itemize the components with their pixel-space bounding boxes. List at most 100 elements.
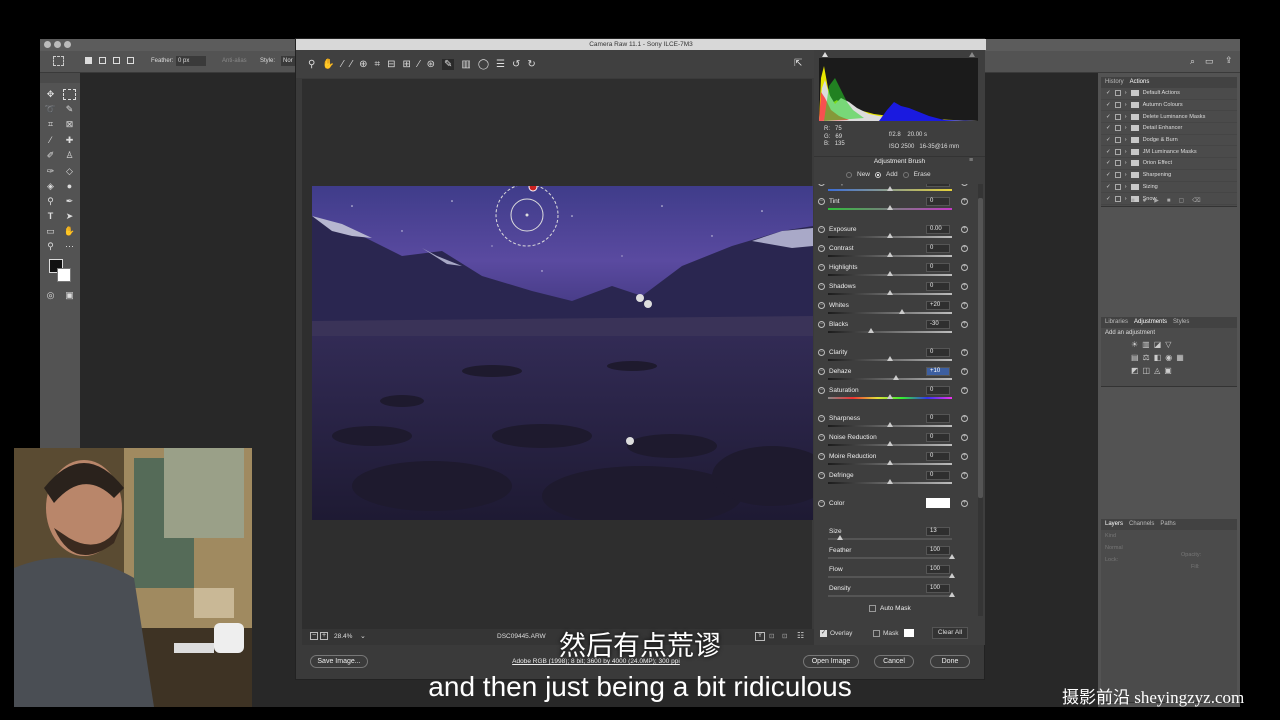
decrease-icon[interactable]: − (818, 302, 825, 309)
preferences-icon[interactable]: ☰ (496, 59, 505, 70)
increase-icon[interactable]: + (961, 349, 968, 356)
decrease-icon[interactable]: − (818, 198, 825, 205)
radial-filter-icon[interactable]: ◯ (478, 59, 489, 70)
slider-value-input[interactable]: 100 (926, 584, 950, 593)
chevron-right-icon[interactable]: › (1125, 149, 1127, 155)
slider-value-input[interactable]: 0 (926, 348, 950, 357)
marquee-tool-icon[interactable] (53, 56, 64, 66)
toggle-dialog-icon[interactable] (1114, 113, 1121, 120)
slider-track[interactable] (828, 312, 952, 314)
zoom-tool-icon[interactable]: ⚲ (308, 59, 315, 70)
straighten-tool-icon[interactable]: ⊟ (387, 59, 395, 70)
tab-layers[interactable]: Layers (1105, 519, 1123, 530)
slider-value-input[interactable]: 0 (926, 414, 950, 423)
toggle-dialog-icon[interactable] (1114, 148, 1121, 155)
decrease-icon[interactable]: − (818, 434, 825, 441)
slider-thumb[interactable] (887, 394, 893, 399)
slider-thumb[interactable] (899, 309, 906, 314)
slider-thumb[interactable] (949, 573, 955, 578)
increase-icon[interactable]: + (961, 226, 968, 233)
slider-value-input[interactable]: 0 (926, 386, 950, 395)
action-item[interactable]: ✓ › Orion Effect (1101, 158, 1237, 170)
slider-value-input[interactable]: 0 (926, 471, 950, 480)
mode-add-radio[interactable] (875, 171, 882, 178)
highlight-clipping-icon[interactable] (969, 52, 975, 57)
hand-tool-icon[interactable]: ✋ (63, 226, 76, 237)
eraser-tool-icon[interactable]: ◇ (63, 166, 76, 177)
chevron-right-icon[interactable]: › (1125, 137, 1127, 143)
decrease-icon[interactable]: − (818, 368, 825, 375)
screen-mode-icon[interactable]: ▣ (63, 290, 76, 301)
eyedropper-tool-icon[interactable]: ⁄ (44, 135, 57, 146)
toggle-dialog-icon[interactable] (1114, 137, 1121, 144)
marquee-tool-icon[interactable] (63, 89, 76, 100)
slider-track[interactable] (828, 576, 952, 578)
increase-icon[interactable]: + (961, 184, 968, 186)
background-color-swatch[interactable] (57, 268, 71, 282)
slider-thumb[interactable] (887, 271, 893, 276)
fullscreen-icon[interactable]: ⇱ (794, 58, 802, 69)
check-icon[interactable]: ✓ (1106, 172, 1111, 178)
check-icon[interactable]: ✓ (1106, 160, 1111, 166)
check-icon[interactable]: ✓ (1106, 90, 1111, 96)
color-swatch[interactable] (926, 498, 950, 508)
check-icon[interactable]: ✓ (1106, 196, 1111, 202)
slider-thumb[interactable] (887, 290, 893, 295)
hand-tool-icon[interactable]: ✋ (322, 59, 334, 70)
slider-thumb[interactable] (949, 592, 955, 597)
action-item[interactable]: ✓ › JM Luminance Masks (1101, 146, 1237, 159)
chevron-right-icon[interactable]: › (1125, 102, 1127, 108)
targeted-adjustment-tool-icon[interactable]: ⊕ (359, 59, 367, 70)
brush-tool-icon[interactable]: ✐ (44, 150, 57, 161)
stamp-tool-icon[interactable]: ♙ (63, 150, 76, 161)
slider-value-input[interactable]: 0 (926, 433, 950, 442)
slider-scrollbar[interactable] (978, 184, 983, 616)
slider-thumb[interactable] (887, 205, 893, 210)
quick-mask-icon[interactable]: ◎ (44, 290, 57, 301)
slider-value-input[interactable]: 100 (926, 546, 950, 555)
slider-thumb[interactable] (868, 328, 875, 333)
frame-tool-icon[interactable]: ⊠ (63, 119, 76, 130)
search-icon[interactable]: ⌕ (1190, 56, 1195, 67)
feather-input[interactable]: 0 px (176, 56, 206, 66)
action-item[interactable]: ✓ › Autumn Colours (1101, 100, 1237, 112)
share-icon[interactable]: ⇪ (1225, 55, 1233, 66)
toggle-dialog-icon[interactable] (1114, 195, 1121, 202)
increase-icon[interactable]: + (961, 321, 968, 328)
slider-value-input[interactable]: 0 (926, 452, 950, 461)
decrease-icon[interactable]: − (818, 500, 825, 507)
slider-value-input[interactable]: 0 (926, 184, 950, 187)
blur-tool-icon[interactable]: ● (63, 181, 76, 192)
action-item[interactable]: ✓ › Detail Enhancer (1101, 123, 1237, 135)
intersect-selection-icon[interactable] (127, 57, 134, 64)
increase-icon[interactable]: + (961, 245, 968, 252)
spot-removal-tool-icon[interactable]: ⁄ (418, 59, 420, 70)
slider-track[interactable] (828, 331, 952, 333)
shape-tool-icon[interactable]: ▭ (44, 226, 57, 237)
new-selection-icon[interactable] (85, 57, 92, 64)
increase-icon[interactable]: + (961, 264, 968, 271)
path-select-tool-icon[interactable]: ➤ (63, 211, 76, 222)
decrease-icon[interactable]: − (818, 321, 825, 328)
action-item[interactable]: ✓ › Dodge & Burn (1101, 135, 1237, 147)
decrease-icon[interactable]: − (818, 349, 825, 356)
auto-mask-checkbox[interactable] (869, 605, 876, 612)
decrease-icon[interactable]: − (818, 184, 825, 186)
chevron-right-icon[interactable]: › (1125, 184, 1127, 190)
slider-thumb[interactable] (949, 554, 955, 559)
photo[interactable] (312, 186, 813, 520)
chevron-right-icon[interactable]: › (1125, 196, 1127, 202)
layers-blend-mode[interactable]: Normal (1101, 542, 1237, 554)
slider-thumb[interactable] (887, 441, 893, 446)
crop-tool-icon[interactable]: ⌗ (44, 119, 57, 130)
increase-icon[interactable]: + (961, 387, 968, 394)
increase-icon[interactable]: + (961, 415, 968, 422)
type-tool-icon[interactable]: T (44, 211, 57, 222)
rotate-left-icon[interactable]: ↺ (512, 59, 520, 70)
shadow-clipping-icon[interactable] (822, 52, 828, 57)
history-brush-tool-icon[interactable]: ✑ (44, 166, 57, 177)
panel-menu-icon[interactable]: ≡ (969, 157, 973, 164)
slider-value-input[interactable]: 13 (926, 527, 950, 536)
dodge-tool-icon[interactable]: ⚲ (44, 196, 57, 207)
chevron-right-icon[interactable]: › (1125, 160, 1127, 166)
